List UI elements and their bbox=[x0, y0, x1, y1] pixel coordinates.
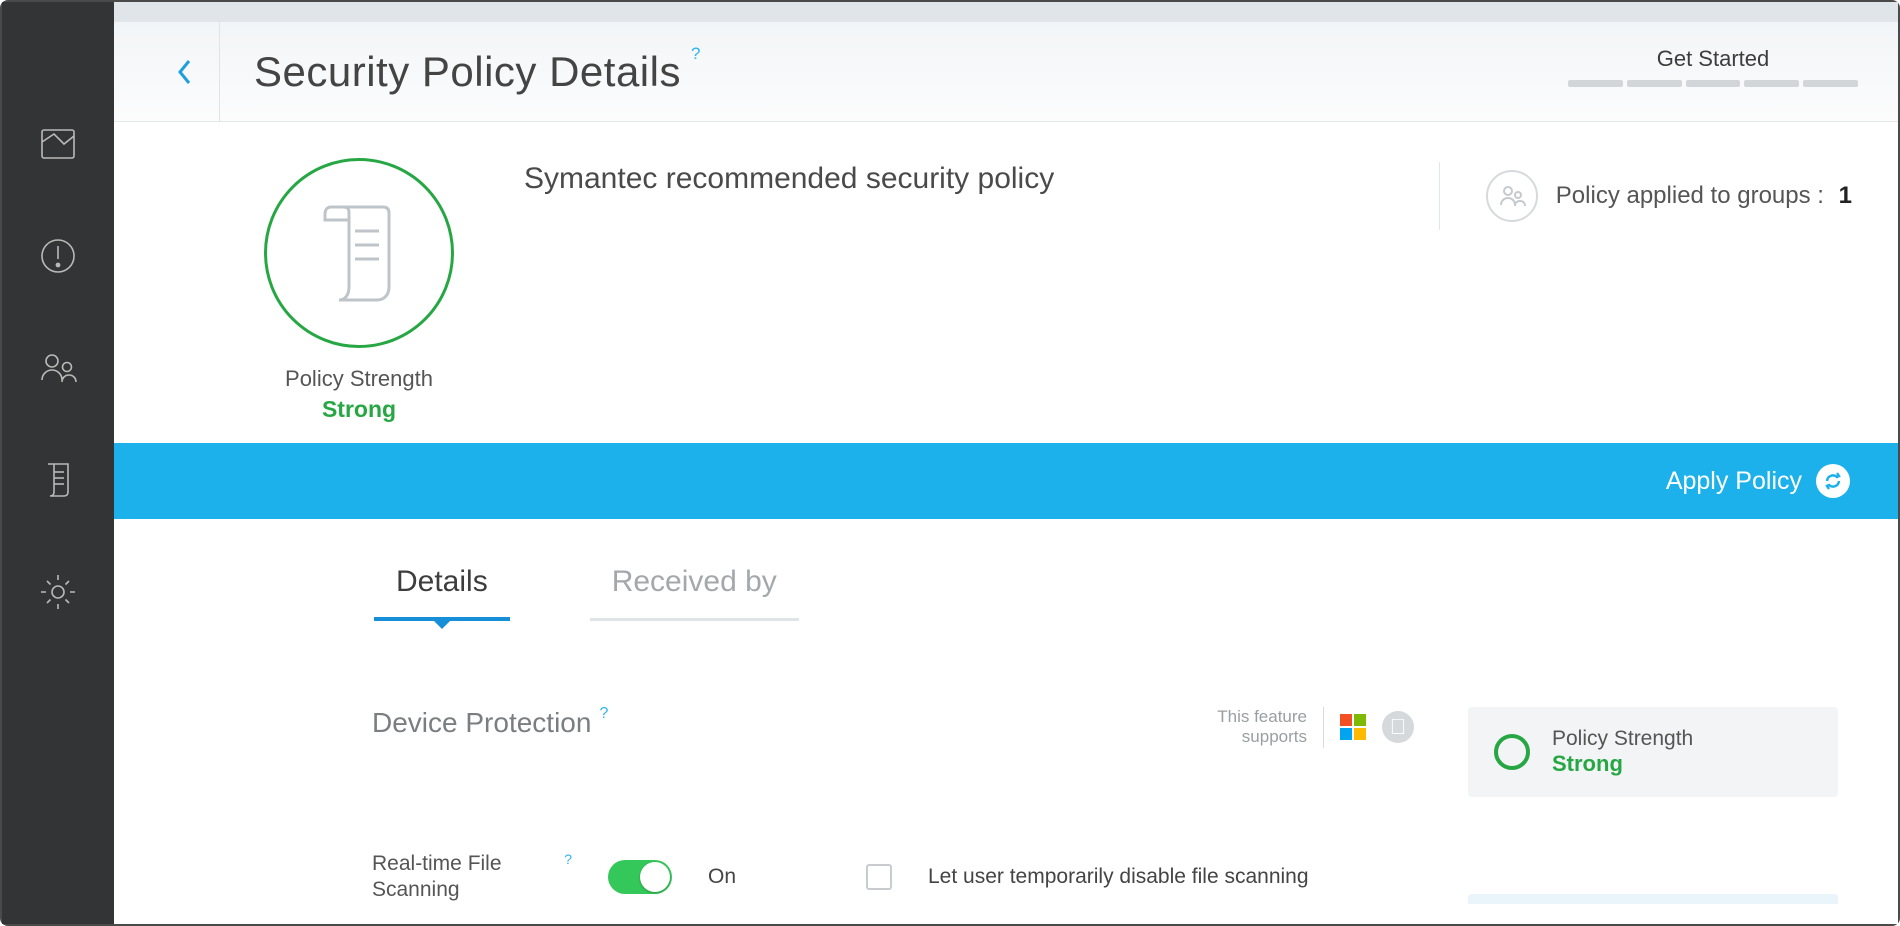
sync-icon bbox=[1816, 464, 1850, 498]
policy-applied-text: Policy applied to groups : 1 bbox=[1556, 182, 1852, 210]
tab-details[interactable]: Details bbox=[374, 565, 510, 621]
apply-policy-button[interactable]: Apply Policy bbox=[1666, 464, 1850, 498]
policy-strength-value: Strong bbox=[322, 396, 396, 423]
page-title-text: Security Policy Details bbox=[254, 48, 681, 96]
help-icon[interactable]: ? bbox=[564, 851, 572, 869]
strength-ring-icon bbox=[1494, 734, 1530, 770]
back-button[interactable] bbox=[150, 22, 220, 121]
get-started-progress bbox=[1568, 80, 1858, 87]
apple-icon:  bbox=[1382, 711, 1414, 743]
strength-card-value: Strong bbox=[1552, 751, 1693, 777]
sidebar-item-settings[interactable] bbox=[36, 570, 80, 614]
strength-card-label: Policy Strength bbox=[1552, 727, 1693, 751]
sidebar-item-policies[interactable] bbox=[36, 458, 80, 502]
checkbox-label: Let user temporarily disable file scanni… bbox=[928, 865, 1309, 889]
groups-icon bbox=[1486, 170, 1538, 222]
main-area: Security Policy Details ? Get Started Po… bbox=[114, 2, 1898, 924]
apply-policy-bar: Apply Policy bbox=[114, 443, 1898, 519]
feature-supports-label: This feature supports bbox=[1217, 707, 1324, 748]
setting-realtime-file-scanning: Real-time File Scanning ? On Let user te… bbox=[114, 797, 1898, 904]
policy-strength-caption: Policy Strength bbox=[285, 366, 433, 392]
window-top-strip bbox=[114, 2, 1898, 22]
tab-received-by[interactable]: Received by bbox=[590, 565, 799, 621]
policy-applied-count: 1 bbox=[1839, 182, 1852, 209]
toggle-state-label: On bbox=[708, 865, 764, 889]
policy-name: Symantec recommended security policy bbox=[524, 162, 1439, 423]
policy-applied-info: Policy applied to groups : 1 bbox=[1439, 162, 1852, 230]
policy-strength-badge: Policy Strength Strong bbox=[234, 158, 484, 423]
help-icon[interactable]: ? bbox=[691, 44, 701, 64]
policy-applied-label: Policy applied to groups : bbox=[1556, 182, 1824, 209]
toggle-realtime-scanning[interactable] bbox=[608, 860, 672, 894]
help-icon[interactable]: ? bbox=[599, 705, 608, 723]
tab-bar: Details Received by bbox=[114, 519, 1898, 621]
policy-summary: Policy Strength Strong Symantec recommen… bbox=[114, 122, 1898, 443]
sidebar-item-groups[interactable] bbox=[36, 346, 80, 390]
sidebar-item-alerts[interactable] bbox=[36, 234, 80, 278]
device-protection-section: Device Protection ? This feature support… bbox=[114, 621, 1898, 797]
page-header: Security Policy Details ? Get Started bbox=[114, 22, 1898, 122]
next-section-peek bbox=[1468, 894, 1838, 904]
get-started-widget[interactable]: Get Started bbox=[1568, 46, 1858, 87]
windows-icon bbox=[1338, 712, 1368, 742]
checkbox-allow-disable-scanning[interactable] bbox=[866, 864, 892, 890]
feature-supports: This feature supports  bbox=[1217, 707, 1414, 748]
page-title: Security Policy Details ? bbox=[254, 48, 701, 96]
section-title-text: Device Protection bbox=[372, 707, 591, 739]
sidebar-item-dashboard[interactable] bbox=[36, 122, 80, 166]
get-started-label[interactable]: Get Started bbox=[1568, 46, 1858, 72]
setting-label: Real-time File Scanning ? bbox=[372, 851, 572, 904]
policy-scroll-icon bbox=[264, 158, 454, 348]
sidebar bbox=[2, 2, 114, 924]
section-strength-card: Policy Strength Strong bbox=[1468, 707, 1838, 797]
apply-policy-label: Apply Policy bbox=[1666, 467, 1802, 496]
section-title: Device Protection ? bbox=[372, 707, 1217, 739]
